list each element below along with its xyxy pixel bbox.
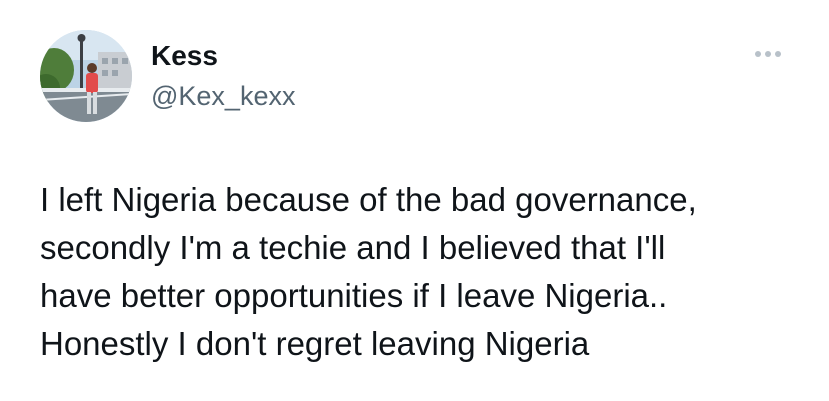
profile-photo-icon	[40, 30, 132, 122]
display-name[interactable]: Kess	[151, 40, 218, 72]
user-handle[interactable]: @Kex_kexx	[151, 80, 295, 112]
tweet-text: I left Nigeria because of the bad govern…	[40, 181, 697, 362]
avatar[interactable]	[40, 30, 132, 122]
more-options-icon[interactable]	[750, 44, 790, 64]
more-options-dots	[755, 51, 781, 57]
tweet-card: Kess @Kex_kexx I left Nigeria because of…	[0, 0, 829, 401]
